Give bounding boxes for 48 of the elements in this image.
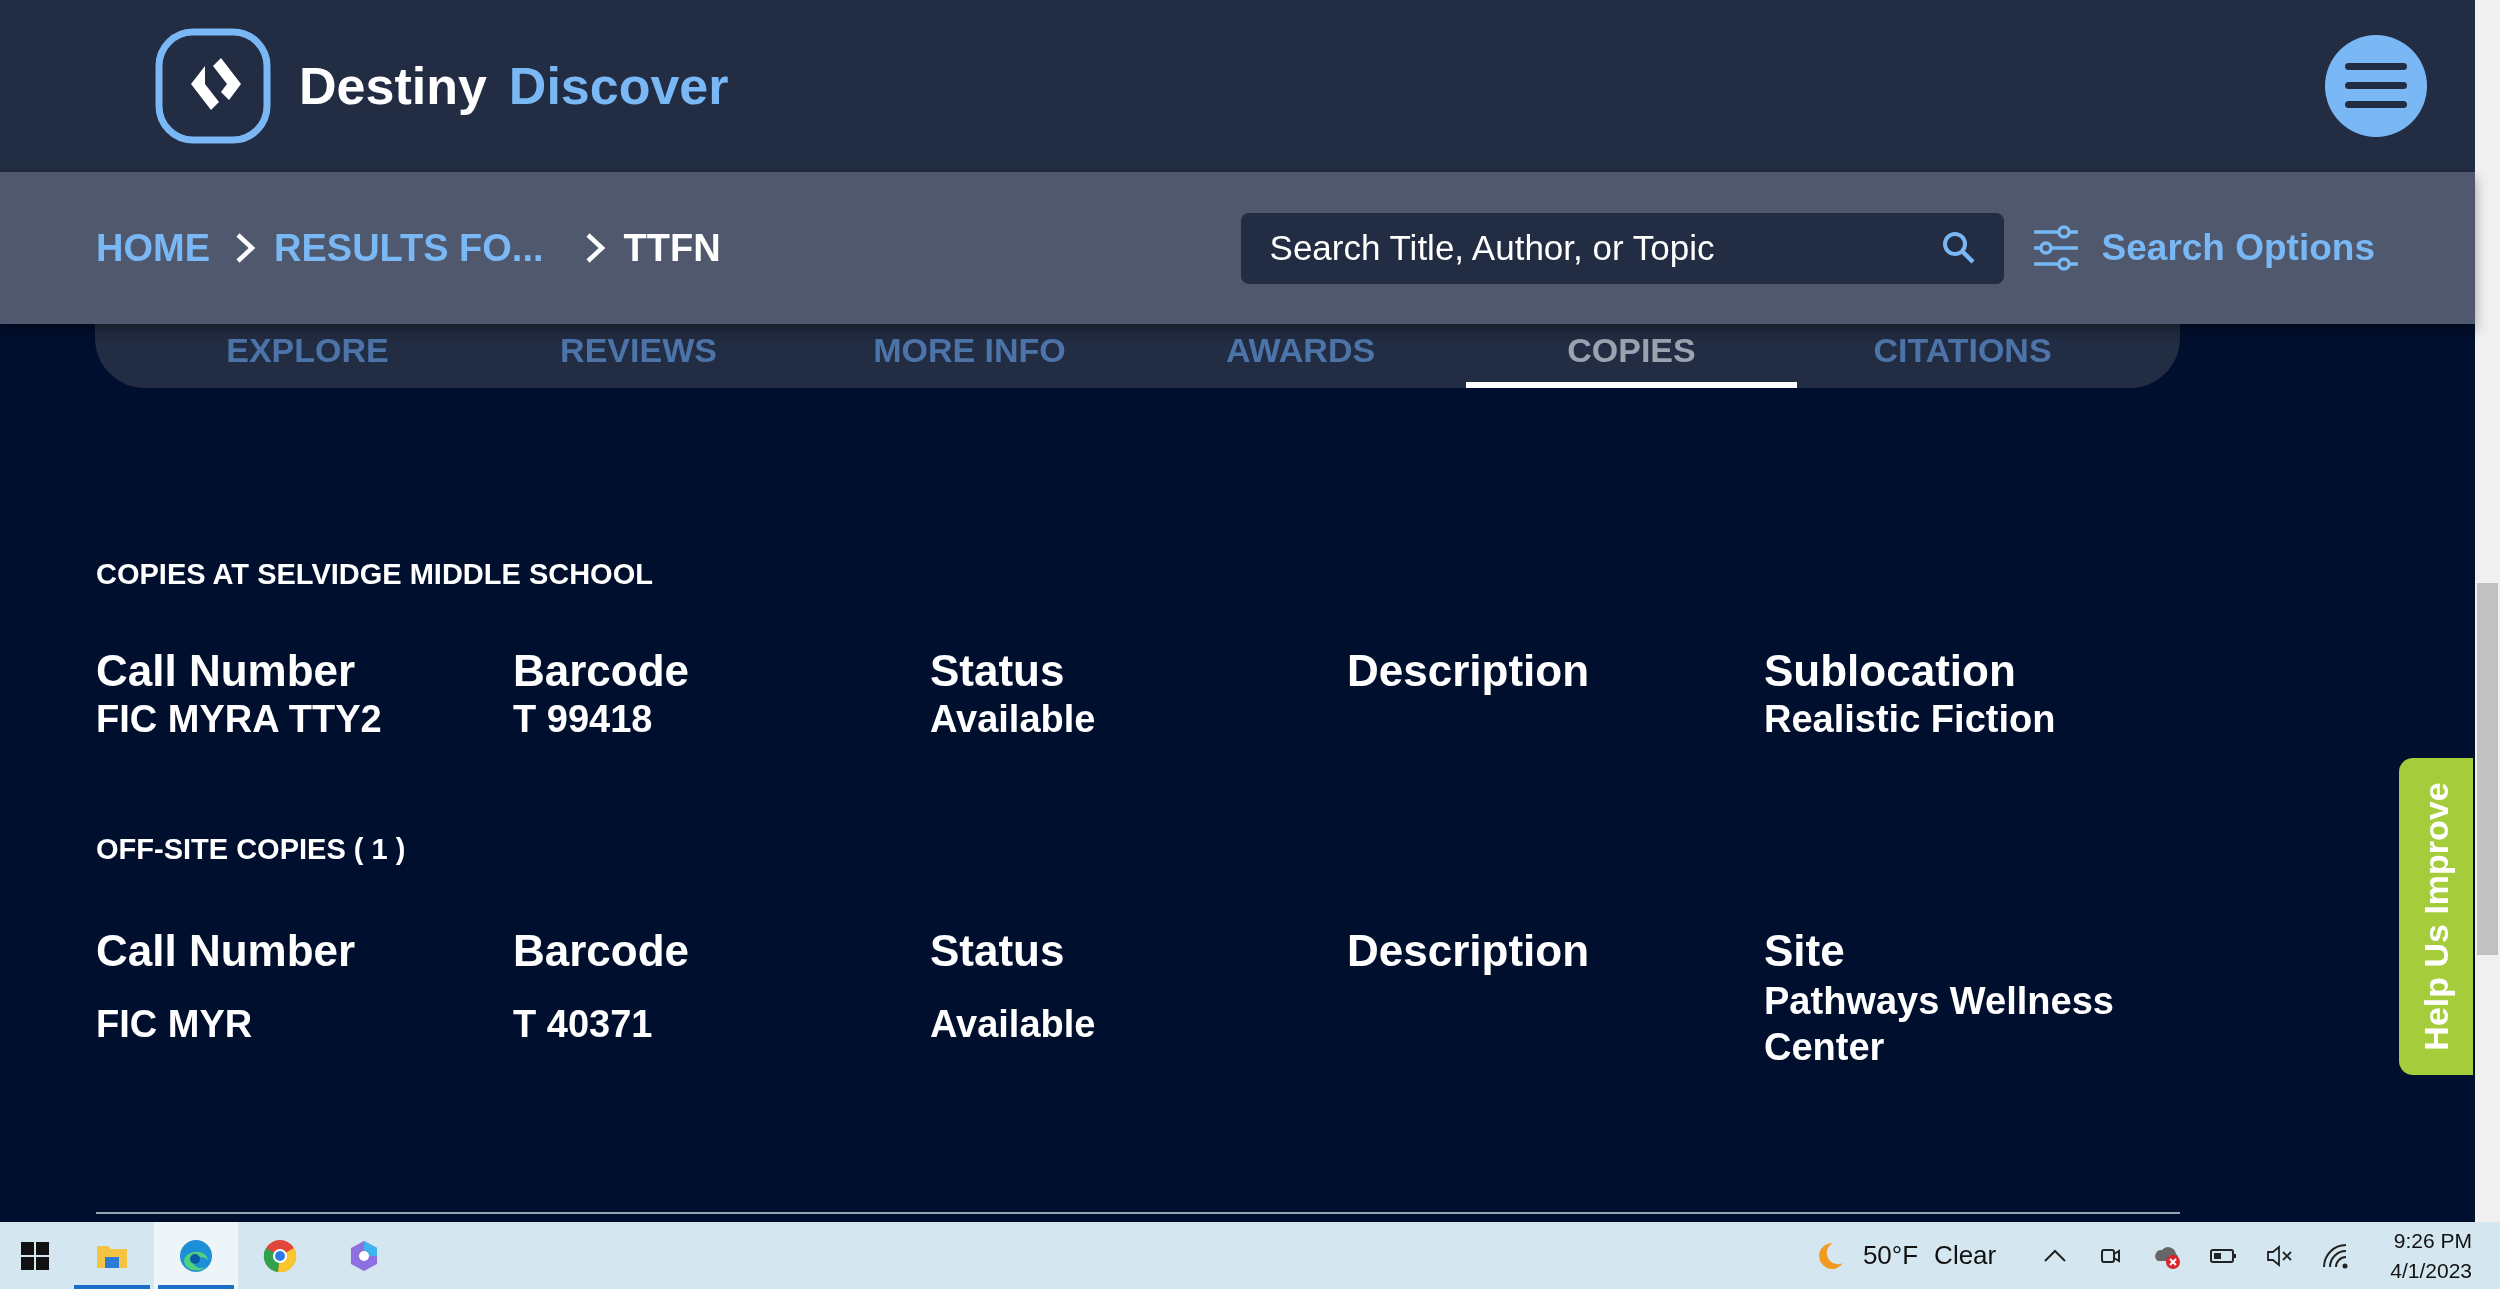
clock-date[interactable]: 4/1/2023 <box>2390 1255 2472 1286</box>
search-options-link[interactable]: Search Options <box>2101 227 2375 269</box>
weather-condition: Clear <box>1934 1240 1997 1271</box>
search-icon <box>1941 231 1976 265</box>
current-page-crumb[interactable]: TTFN <box>623 226 721 270</box>
logo-icon <box>155 28 271 144</box>
column-header: Status <box>930 926 1066 976</box>
scrollbar-thumb[interactable] <box>2477 583 2498 955</box>
table-cell-text: FIC MYR <box>96 1002 254 1047</box>
table-cell-text: T 40371 <box>513 1002 654 1047</box>
column-header: Call Number <box>96 646 357 696</box>
chevron-icon <box>234 232 258 264</box>
table-cell-text: FIC MYRA TTY2 <box>96 697 383 742</box>
search-field[interactable]: Search Title, Author, or Topic <box>1240 212 2004 284</box>
table-cell-text: Pathways Wellness Center <box>1764 979 2115 1070</box>
brand-name: Destiny <box>299 56 487 116</box>
product-name: Discover <box>508 56 729 116</box>
tab[interactable]: CITATIONS <box>1797 324 2128 388</box>
tab[interactable]: MORE INFO <box>804 324 1135 388</box>
tab[interactable]: EXPLORE <box>142 324 473 388</box>
table-cell-text: Realistic Fiction <box>1764 697 2057 742</box>
chrome-browser-icon <box>262 1237 298 1274</box>
column-header: Site <box>1764 926 1846 976</box>
table-cell-text: T 99418 <box>513 697 654 742</box>
column-header: Description <box>1347 926 1591 976</box>
table-cell-text: Available <box>930 697 1097 742</box>
menu-icon <box>2345 61 2407 111</box>
taskbar-app[interactable] <box>154 1222 238 1289</box>
edge-browser-icon <box>178 1237 214 1274</box>
weather-temperature: 50°F <box>1862 1240 1919 1271</box>
windows-icon <box>21 1241 49 1270</box>
clock-time[interactable]: 9:26 PM <box>2393 1225 2472 1256</box>
section-heading: COPIES AT SELVIDGE MIDDLE SCHOOL <box>96 558 654 591</box>
column-header: Call Number <box>96 926 357 976</box>
tab[interactable]: REVIEWS <box>473 324 804 388</box>
tab[interactable]: COPIES <box>1466 324 1797 388</box>
tab[interactable]: AWARDS <box>1135 324 1466 388</box>
search-input[interactable]: Search Title, Author, or Topic <box>1267 227 1942 269</box>
feedback-tab[interactable]: Help Us Improve <box>2399 758 2473 1075</box>
column-header: Barcode <box>513 926 691 976</box>
column-header: Barcode <box>513 646 691 696</box>
breadcrumb-link[interactable]: RESULTS FO... <box>274 226 544 270</box>
column-header: Sublocation <box>1764 646 2017 696</box>
column-header: Status <box>930 646 1066 696</box>
sliders-icon[interactable] <box>2031 224 2080 272</box>
breadcrumb-link[interactable]: HOME <box>96 226 210 270</box>
column-header: Description <box>1347 646 1591 696</box>
table-cell-text: Available <box>930 1002 1097 1047</box>
